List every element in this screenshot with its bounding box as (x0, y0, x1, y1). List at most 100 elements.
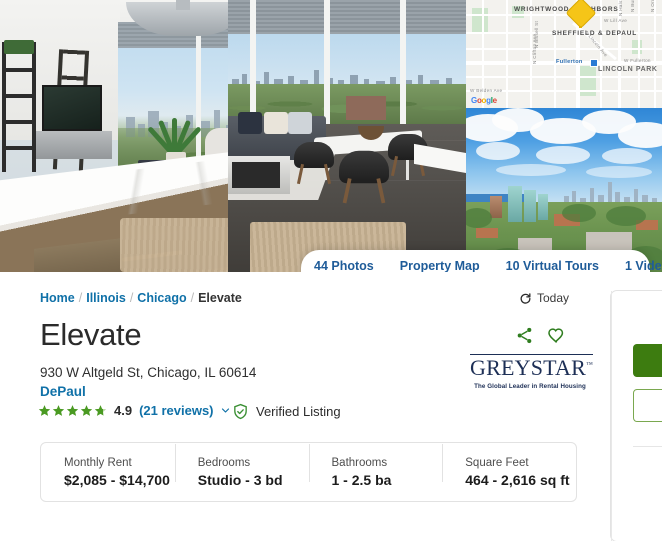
window-shade (228, 0, 466, 34)
map-street-label: N Halsted St (618, 0, 623, 16)
stat-square-feet: Square Feet 464 - 2,616 sq ft (442, 443, 576, 488)
stat-monthly-rent: Monthly Rent $2,085 - $14,700 (41, 457, 175, 488)
breadcrumb-item-illinois[interactable]: Illinois (86, 291, 126, 305)
map-street (654, 0, 656, 108)
map-street-major (618, 0, 621, 108)
primary-cta-button[interactable] (633, 344, 662, 377)
breadcrumb-item-current: Elevate (198, 291, 242, 305)
rooftop (586, 232, 632, 252)
video-link[interactable]: 1 Video (612, 259, 662, 272)
virtual-tours-link[interactable]: 10 Virtual Tours (493, 259, 612, 272)
star-icon (52, 405, 65, 416)
availability-label: Today (536, 291, 569, 305)
star-rating (38, 404, 107, 417)
park-area (632, 40, 642, 54)
window-mullion (324, 0, 330, 128)
breadcrumb: Home / Illinois / Chicago / Elevate (40, 291, 242, 305)
window-mullion (400, 0, 406, 128)
star-icon (38, 405, 51, 416)
neighborhood-link[interactable]: DePaul (40, 384, 86, 399)
property-map-link[interactable]: Property Map (387, 259, 493, 272)
refresh-icon (520, 292, 531, 304)
media-links-bar: 44 Photos Property Map 10 Virtual Tours … (301, 250, 662, 272)
cloud (536, 146, 590, 164)
verified-listing-label: Verified Listing (256, 404, 341, 419)
tree-canopy (562, 204, 596, 222)
map-street-label: W Lill Ave (604, 18, 628, 23)
map-street-label: N Orchard St (650, 0, 655, 12)
trademark-symbol: ™ (585, 360, 594, 369)
map-street (466, 14, 662, 16)
brand-wordmark: GREYSTAR (470, 355, 586, 380)
star-icon (66, 405, 79, 416)
media-console (36, 131, 112, 159)
television (42, 85, 102, 131)
star-icon-partial (94, 405, 107, 416)
breadcrumb-separator: / (190, 291, 195, 305)
tree-canopy (606, 206, 646, 226)
rating-row: 4.9 (21 reviews) (38, 403, 230, 418)
reviews-link[interactable]: (21 reviews) (139, 403, 213, 418)
rooftop (476, 228, 498, 238)
built-in-microwave (228, 156, 290, 194)
property-detail-page: WRIGHTWOOD NEIGHBORS SHEFFIELD & DEPAUL … (0, 0, 662, 541)
transit-station-icon (590, 59, 598, 67)
media-gallery: WRIGHTWOOD NEIGHBORS SHEFFIELD & DEPAUL … (0, 0, 662, 272)
breadcrumb-separator: / (78, 291, 83, 305)
throw-pillow (238, 112, 262, 134)
map-street-label: N Clifton Ave (532, 33, 537, 64)
aerial-photo-chicago-skyline[interactable] (466, 108, 662, 272)
neighborhood-map[interactable]: WRIGHTWOOD NEIGHBORS SHEFFIELD & DEPAUL … (466, 0, 662, 108)
star-icon (80, 405, 93, 416)
brick-building (490, 196, 502, 218)
property-address: 930 W Altgeld St, Chicago, IL 60614 (40, 365, 257, 380)
throw-pillow (264, 112, 288, 134)
stat-label: Square Feet (465, 456, 529, 469)
stat-value: $2,085 - $14,700 (64, 471, 170, 488)
page-title: Elevate (40, 317, 142, 352)
photos-link[interactable]: 44 Photos (301, 259, 387, 272)
verified-shield-icon (234, 403, 247, 420)
high-rise-tower (524, 190, 536, 222)
pin-body (565, 0, 597, 29)
map-street (506, 0, 508, 108)
dining-chair (294, 142, 334, 185)
map-street (466, 76, 662, 78)
stat-label: Monthly Rent (64, 456, 132, 469)
map-street-label: N Burling St (630, 0, 635, 12)
breadcrumb-separator: / (129, 291, 134, 305)
rating-value: 4.9 (114, 403, 133, 418)
breadcrumb-item-chicago[interactable]: Chicago (137, 291, 186, 305)
action-icons (515, 326, 566, 345)
shelf-plant (4, 40, 34, 54)
map-transit-label: Fullerton (556, 59, 583, 65)
verified-listing-badge: Verified Listing (232, 403, 341, 420)
map-street (466, 48, 662, 50)
management-company-logo: GREYSTAR™ The Global Leader in Rental Ho… (470, 354, 594, 390)
map-street (554, 0, 556, 108)
availability-indicator: Today (519, 291, 569, 305)
brand-tagline: The Global Leader in Rental Housing (474, 383, 586, 390)
secondary-cta-button[interactable] (633, 389, 662, 422)
stat-label: Bathrooms (331, 456, 388, 469)
high-rise-tower (538, 194, 548, 220)
chevron-down-icon[interactable] (221, 406, 230, 415)
property-stats-bar: Monthly Rent $2,085 - $14,700 Bedrooms S… (40, 442, 577, 502)
heart-icon[interactable] (547, 326, 566, 345)
share-icon[interactable] (515, 326, 534, 345)
stat-bedrooms: Bedrooms Studio - 3 bd (174, 443, 309, 488)
cloud (476, 142, 520, 160)
high-rise-tower (508, 186, 522, 222)
cloud (586, 166, 652, 178)
breadcrumb-item-home[interactable]: Home (40, 291, 75, 305)
map-street-label: W Fullerton (624, 58, 651, 63)
brick-building (346, 96, 386, 120)
living-dining-area (228, 0, 466, 272)
hero-photo-apartment-interior[interactable] (0, 0, 466, 272)
stat-label: Bedrooms (197, 456, 251, 469)
dining-chair (339, 150, 389, 204)
map-street-label: W Belden Ave (470, 88, 503, 93)
map-location-pin[interactable] (565, 0, 597, 29)
stat-bathrooms: Bathrooms 1 - 2.5 ba (308, 443, 443, 488)
panel-divider (633, 446, 662, 447)
